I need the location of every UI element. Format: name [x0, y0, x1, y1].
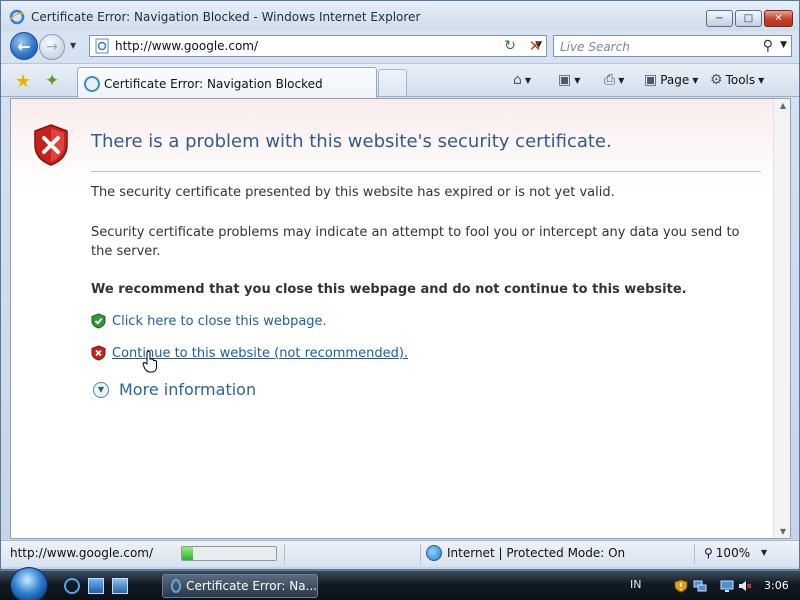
divider [420, 544, 421, 564]
shield-x-icon [34, 124, 68, 166]
page-content: There is a problem with this website's s… [10, 98, 791, 539]
vertical-scrollbar[interactable]: ▲ ▼ [773, 99, 790, 538]
taskbar-ie-window[interactable]: Certificate Error: Na... [162, 574, 318, 598]
address-bar[interactable]: http://www.google.com/ ▼ [89, 35, 547, 57]
zoom-dropdown-icon[interactable]: ▼ [761, 548, 767, 557]
gear-icon: ⚙ [710, 72, 723, 88]
stop-button[interactable]: ✕ [524, 36, 546, 56]
page-menu-button[interactable]: ▣ Page ▼ [644, 72, 698, 88]
printer-icon: ⎙ [604, 72, 616, 88]
window-controls: − □ ✕ [706, 10, 793, 27]
tools-menu-button[interactable]: ⚙ Tools ▼ [710, 72, 764, 88]
title-bar[interactable]: Certificate Error: Navigation Blocked - … [1, 1, 799, 31]
search-icon[interactable]: ⚲ [763, 38, 773, 54]
ie-quicklaunch-icon[interactable] [64, 578, 80, 594]
minimize-button[interactable]: − [706, 10, 733, 27]
taskbar: Certificate Error: Na... IN 3:06 [0, 567, 800, 600]
taskbar-window-label: Certificate Error: Na... [186, 579, 317, 593]
chevron-down-icon: ▼ [758, 75, 765, 85]
show-desktop-icon[interactable] [88, 578, 104, 594]
security-zone[interactable]: Internet | Protected Mode: On [447, 546, 625, 560]
chevron-down-icon: ▼ [618, 75, 625, 85]
security-warning-text: Security certificate problems may indica… [91, 225, 740, 259]
loading-icon [84, 76, 100, 92]
search-input[interactable]: Live Search ⚲ ▼ [553, 35, 792, 57]
scroll-up-icon[interactable]: ▲ [780, 101, 786, 110]
close-webpage-row: Click here to close this webpage. [91, 313, 327, 329]
chevron-down-icon: ▼ [574, 75, 581, 85]
ie-window: Certificate Error: Navigation Blocked - … [0, 0, 800, 570]
progress-bar [181, 546, 277, 561]
network-icon[interactable] [693, 579, 707, 593]
window-title: Certificate Error: Navigation Blocked - … [31, 10, 421, 24]
shield-x-small-icon [91, 345, 106, 361]
zoom-value: 100% [715, 546, 751, 560]
hand-cursor-icon [142, 351, 157, 373]
status-url: http://www.google.com/ [10, 546, 154, 560]
start-button[interactable] [10, 567, 48, 600]
zoom-level[interactable]: ⚲ 100% [704, 546, 750, 560]
recommendation-text: We recommend that you close this webpage… [91, 282, 687, 297]
security-alert-icon[interactable] [674, 579, 688, 593]
page-icon: ▣ [644, 72, 658, 88]
progress-fill [182, 547, 194, 560]
more-information-toggle[interactable]: ▼ More information [93, 380, 256, 399]
print-button[interactable]: ⎙ ▼ [604, 72, 624, 88]
language-indicator[interactable]: IN [630, 578, 641, 591]
chevron-down-icon: ▼ [93, 381, 109, 398]
volume-muted-icon[interactable] [738, 579, 752, 593]
page-menu-label: Page [660, 73, 690, 87]
feeds-button[interactable]: ▣ ▼ [558, 72, 580, 88]
chevron-down-icon: ▼ [524, 75, 532, 85]
status-bar: http://www.google.com/ Internet | Protec… [1, 540, 799, 567]
error-description: The security certificate presented by th… [91, 185, 615, 200]
page-icon [95, 38, 109, 54]
more-information-label: More information [119, 380, 257, 399]
command-bar: ★ ✦ Certificate Error: Navigation Blocke… [1, 63, 799, 98]
divider [91, 171, 761, 172]
close-webpage-link[interactable]: Click here to close this webpage. [112, 314, 327, 329]
continue-row: Continue to this website (not recommende… [91, 345, 408, 361]
page-title: There is a problem with this website's s… [91, 131, 612, 152]
switch-windows-icon[interactable] [112, 578, 128, 594]
clock[interactable]: 3:06 [764, 579, 789, 592]
ie-logo-icon [9, 9, 25, 25]
new-tab-button[interactable] [378, 69, 407, 96]
recent-pages-dropdown[interactable]: ▼ [70, 41, 76, 50]
forward-button[interactable]: → [39, 34, 65, 60]
search-placeholder: Live Search [560, 40, 630, 54]
zoom-icon: ⚲ [704, 546, 713, 560]
search-options-dropdown-icon[interactable]: ▼ [780, 40, 787, 50]
navigation-bar: ← → ▼ http://www.google.com/ ▼ ↻ ✕ Live … [1, 31, 799, 61]
address-url: http://www.google.com/ [115, 39, 259, 53]
chevron-down-icon: ▼ [692, 75, 699, 85]
refresh-button[interactable]: ↻ [499, 36, 521, 56]
home-icon: ⌂ [513, 72, 522, 88]
home-button[interactable]: ⌂ ▼ [513, 72, 531, 88]
internet-zone-icon[interactable] [426, 545, 442, 561]
divider [284, 544, 285, 564]
ie-logo-icon [171, 579, 182, 593]
monitor-icon[interactable] [720, 579, 734, 593]
add-favorites-icon[interactable]: ✦ [45, 71, 59, 91]
close-window-button[interactable]: ✕ [764, 10, 793, 27]
favorites-center-icon[interactable]: ★ [15, 71, 31, 92]
tab-label: Certificate Error: Navigation Blocked [104, 77, 323, 91]
scroll-down-icon[interactable]: ▼ [780, 527, 786, 536]
shield-check-icon [91, 313, 106, 329]
tab-certificate-error[interactable]: Certificate Error: Navigation Blocked [77, 67, 377, 98]
divider [694, 544, 695, 564]
back-button[interactable]: ← [10, 32, 38, 60]
rss-feed-icon: ▣ [558, 72, 572, 88]
tools-menu-label: Tools [725, 73, 756, 87]
maximize-button[interactable]: □ [735, 10, 762, 27]
